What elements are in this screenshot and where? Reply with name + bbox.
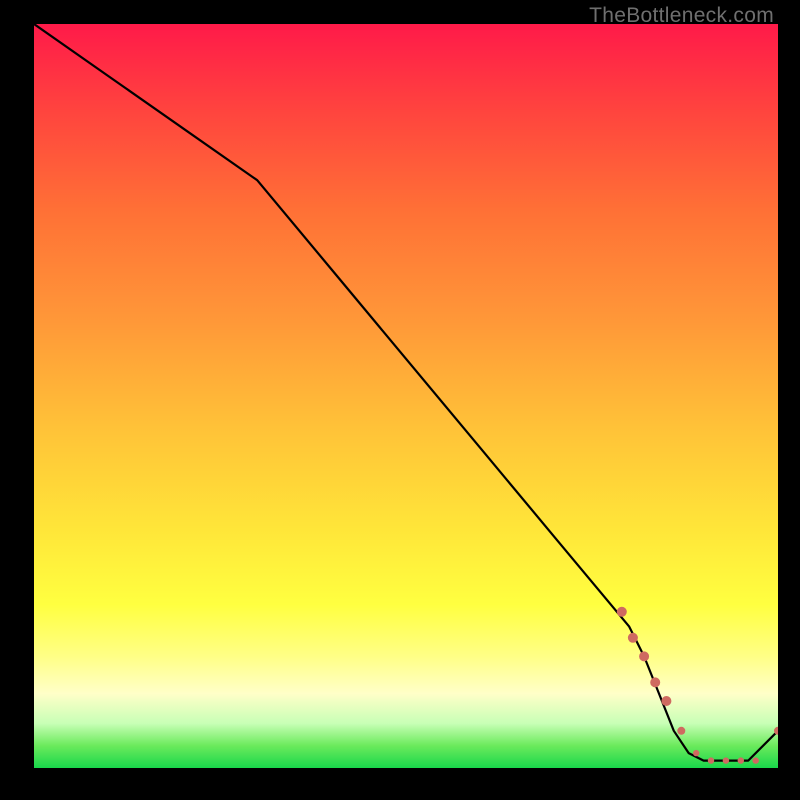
watermark-text: TheBottleneck.com xyxy=(589,4,774,28)
chart-plot-area xyxy=(34,24,778,768)
